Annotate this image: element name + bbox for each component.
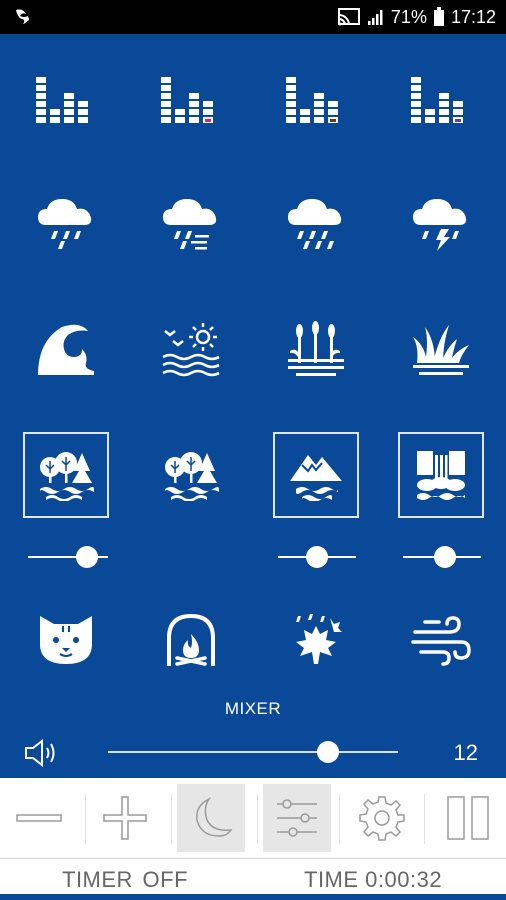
sound-tile-equalizer-white[interactable] bbox=[23, 58, 109, 144]
forest-river-icon bbox=[165, 452, 219, 501]
cat-purr-icon bbox=[40, 616, 92, 664]
wind-icon bbox=[411, 616, 471, 666]
plus-icon bbox=[103, 796, 147, 840]
sound-tile-rain-heavy[interactable] bbox=[273, 180, 359, 266]
gear-icon bbox=[359, 796, 405, 841]
bottom-strip bbox=[0, 894, 506, 900]
slider-thumb[interactable] bbox=[306, 546, 328, 568]
sound-tile-swamp-reeds[interactable] bbox=[273, 306, 359, 392]
decrease-button[interactable] bbox=[5, 784, 73, 852]
slider-thumb[interactable] bbox=[434, 546, 456, 568]
rain-wind-icon bbox=[163, 199, 217, 250]
sound-tile-fireplace[interactable] bbox=[148, 597, 234, 683]
ocean-wave-icon bbox=[38, 324, 94, 375]
sound-tile-wind[interactable] bbox=[398, 597, 484, 683]
divider bbox=[339, 794, 340, 844]
thunderstorm-icon bbox=[413, 199, 467, 251]
volume-slider-mountain-lake[interactable] bbox=[278, 545, 356, 569]
app-notification-icon bbox=[16, 9, 29, 24]
volume-slider-forest-lake[interactable] bbox=[28, 545, 108, 569]
divider bbox=[171, 794, 172, 844]
sound-tile-equalizer-brown[interactable] bbox=[273, 58, 359, 144]
status-bar: 71% 17:12 bbox=[0, 0, 506, 34]
clock: 17:12 bbox=[450, 6, 496, 27]
pause-icon bbox=[447, 796, 489, 840]
sound-tile-ocean-wave[interactable] bbox=[23, 306, 109, 392]
divider bbox=[257, 794, 258, 844]
forest-lake-icon bbox=[40, 452, 94, 501]
increase-button[interactable] bbox=[91, 784, 159, 852]
moon-icon bbox=[196, 797, 233, 837]
cast-icon bbox=[337, 8, 360, 26]
volume-value: 12 bbox=[453, 740, 478, 765]
fireplace-icon bbox=[167, 613, 215, 666]
rain-light-icon bbox=[38, 199, 92, 249]
mixer-label[interactable]: MIXER bbox=[0, 699, 506, 719]
equalizer-brown-icon bbox=[286, 77, 338, 123]
swamp-reeds-icon bbox=[288, 321, 344, 376]
waterfall-icon bbox=[417, 451, 465, 500]
equalizer-violet-icon bbox=[411, 77, 463, 123]
toolbar bbox=[0, 778, 506, 858]
slider-thumb[interactable] bbox=[317, 741, 339, 763]
signal-icon bbox=[367, 10, 383, 25]
master-volume-slider[interactable] bbox=[108, 740, 398, 764]
rain-leaves-icon bbox=[296, 614, 342, 664]
divider bbox=[424, 794, 425, 844]
sound-tile-thunderstorm[interactable] bbox=[398, 180, 484, 266]
elapsed-time: TIME 0:00:32 bbox=[304, 867, 443, 892]
equalizer-pink-icon bbox=[161, 77, 213, 123]
sound-tile-rain-light[interactable] bbox=[23, 180, 109, 266]
sound-tile-forest-river[interactable] bbox=[148, 432, 234, 518]
slider-track bbox=[108, 751, 398, 753]
sound-tile-grass[interactable] bbox=[398, 306, 484, 392]
sound-tile-waterfall[interactable] bbox=[398, 432, 484, 518]
speaker-icon[interactable] bbox=[24, 739, 58, 767]
rain-heavy-icon bbox=[288, 199, 342, 249]
grass-icon bbox=[413, 325, 469, 375]
volume-slider-waterfall[interactable] bbox=[403, 545, 481, 569]
minus-icon bbox=[16, 814, 62, 822]
sound-tile-cat-purr[interactable] bbox=[23, 597, 109, 683]
seaside-sun-icon bbox=[162, 323, 220, 377]
sleep-timer-button[interactable] bbox=[177, 784, 245, 852]
mountain-lake-icon bbox=[290, 455, 342, 501]
mixer-button[interactable] bbox=[263, 784, 331, 852]
sound-tile-rain-wind[interactable] bbox=[148, 180, 234, 266]
timer-status[interactable]: TIMER OFF bbox=[62, 867, 188, 893]
pause-button[interactable] bbox=[434, 784, 502, 852]
equalizer-white-icon bbox=[36, 77, 88, 123]
sound-tile-equalizer-violet[interactable] bbox=[398, 58, 484, 144]
sound-tile-seaside-sun[interactable] bbox=[148, 306, 234, 392]
battery-icon bbox=[433, 7, 444, 26]
sound-tile-rain-leaves[interactable] bbox=[273, 597, 359, 683]
sound-tile-forest-lake[interactable] bbox=[23, 432, 109, 518]
sliders-icon bbox=[277, 799, 317, 837]
battery-percent: 71% bbox=[390, 6, 427, 27]
sound-tile-mountain-lake[interactable] bbox=[273, 432, 359, 518]
divider bbox=[85, 794, 86, 844]
sound-tile-equalizer-pink[interactable] bbox=[148, 58, 234, 144]
slider-thumb[interactable] bbox=[76, 546, 98, 568]
settings-button[interactable] bbox=[348, 784, 416, 852]
sound-grid: MIXER 12 bbox=[0, 34, 506, 778]
